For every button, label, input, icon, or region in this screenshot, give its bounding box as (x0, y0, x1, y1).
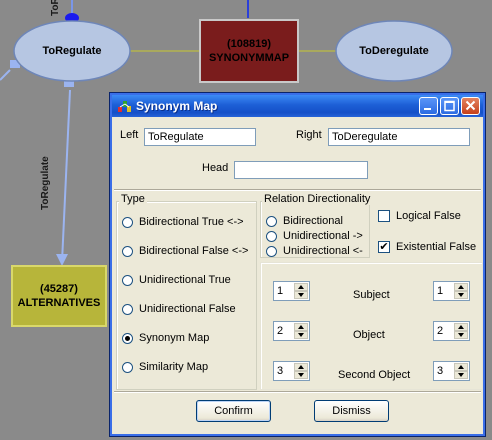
edge-down-to-alternatives (61, 89, 71, 263)
spin-down-icon[interactable] (294, 331, 308, 339)
bottom-separator (114, 391, 481, 393)
type-option-synonym-map[interactable]: Synonym Map (122, 332, 209, 344)
type-option-bidirectional-false[interactable]: Bidirectional False <-> (122, 245, 248, 257)
head-label: Head (202, 162, 229, 174)
spin-down-icon[interactable] (294, 291, 308, 299)
dialog-title: Synonym Map (136, 99, 218, 113)
node-toregulate-label: ToRegulate (42, 45, 102, 57)
spin-up-icon[interactable] (454, 283, 468, 291)
maximize-icon (444, 100, 455, 112)
dialog-titlebar[interactable]: Synonym Map (112, 95, 483, 117)
node-alternatives[interactable] (11, 265, 107, 327)
second-object-spinner-right[interactable]: 3 (433, 361, 470, 381)
node-alternatives-name: ALTERNATIVES (17, 297, 101, 309)
left-field[interactable] (144, 128, 256, 146)
radio-icon (266, 230, 277, 242)
type-option-unidirectional-true[interactable]: Unidirectional True (122, 274, 231, 286)
radio-icon (122, 303, 133, 315)
subject-spinner-right[interactable]: 1 (433, 281, 470, 301)
spin-down-icon[interactable] (454, 291, 468, 299)
subject-spinner-left[interactable]: 1 (273, 281, 310, 301)
spin-up-icon[interactable] (294, 323, 308, 331)
edge-label-top: ToRe (50, 0, 61, 16)
checkbox-icon (378, 210, 390, 222)
spin-down-icon[interactable] (294, 371, 308, 379)
existential-false-checkbox[interactable]: ✔ Existential False (378, 241, 476, 253)
logical-false-checkbox[interactable]: Logical False (378, 210, 461, 222)
direction-option-unidirectional-forward[interactable]: Unidirectional -> (266, 230, 363, 242)
radio-icon (122, 274, 133, 286)
type-option-label: Unidirectional True (139, 274, 231, 286)
minimize-icon (424, 108, 431, 110)
object-label: Object (353, 329, 385, 341)
second-object-spinner-left[interactable]: 3 (273, 361, 310, 381)
direction-option-label: Bidirectional (283, 215, 343, 227)
edge-left-diagonal (0, 69, 11, 81)
type-option-similarity-map[interactable]: Similarity Map (122, 361, 208, 373)
second-object-label: Second Object (338, 369, 411, 381)
spinner-value: 1 (437, 285, 444, 297)
top-separator (114, 189, 481, 191)
direction-group-label: Relation Directionality (262, 193, 373, 205)
spinner-value: 3 (437, 365, 444, 377)
type-group-label: Type (119, 193, 147, 205)
node-synonymmap-id: (108819) (226, 38, 272, 50)
synonym-map-dialog: Synonym Map Left Right Head Type Bidirec… (109, 92, 486, 437)
spinner-value: 2 (277, 325, 284, 337)
node-toderegulate-label: ToDeregulate (359, 45, 429, 57)
spin-up-icon[interactable] (454, 323, 468, 331)
radio-icon (266, 245, 277, 257)
direction-option-label: Unidirectional -> (283, 230, 363, 242)
type-option-label: Synonym Map (139, 332, 210, 344)
direction-option-unidirectional-back[interactable]: Unidirectional <- (266, 245, 363, 257)
dismiss-button[interactable]: Dismiss (314, 400, 389, 422)
spinner-value: 2 (437, 325, 444, 337)
edge-label-vertical: ToRegulate (40, 156, 51, 210)
direction-option-label: Unidirectional <- (283, 245, 363, 257)
spin-up-icon[interactable] (294, 363, 308, 371)
spin-up-icon[interactable] (294, 283, 308, 291)
type-option-label: Bidirectional True <-> (139, 216, 244, 228)
subject-label: Subject (353, 289, 390, 301)
logical-false-label: Logical False (396, 210, 461, 222)
spin-down-icon[interactable] (454, 371, 468, 379)
spin-up-icon[interactable] (454, 363, 468, 371)
minimize-button[interactable] (419, 97, 438, 115)
type-option-unidirectional-false[interactable]: Unidirectional False (122, 303, 236, 315)
spinner-value: 3 (277, 365, 284, 377)
type-option-label: Similarity Map (139, 361, 209, 373)
existential-false-label: Existential False (396, 241, 477, 253)
radio-selected-icon (122, 332, 133, 344)
dialog-content: Left Right Head Type Bidirectional True … (114, 119, 483, 432)
node-synonymmap[interactable] (199, 19, 299, 83)
app-map-icon (118, 101, 131, 112)
close-button[interactable] (461, 97, 480, 115)
close-icon (465, 100, 476, 111)
object-spinner-left[interactable]: 2 (273, 321, 310, 341)
spinner-value: 1 (277, 285, 284, 297)
direction-option-bidirectional[interactable]: Bidirectional (266, 215, 343, 227)
object-spinner-right[interactable]: 2 (433, 321, 470, 341)
radio-icon (122, 245, 133, 257)
left-label: Left (120, 129, 139, 141)
node-alternatives-id: (45287) (40, 283, 78, 295)
type-option-label: Unidirectional False (139, 303, 236, 315)
right-label: Right (296, 129, 322, 141)
type-option-bidirectional-true[interactable]: Bidirectional True <-> (122, 216, 244, 228)
maximize-button[interactable] (440, 97, 459, 115)
node-synonymmap-name: SYNONYMMAP (208, 52, 290, 64)
radio-icon (122, 361, 133, 373)
radio-icon (122, 216, 133, 228)
head-field[interactable] (234, 161, 368, 179)
edge-arrowhead (56, 254, 68, 266)
right-field[interactable] (328, 128, 470, 146)
confirm-button[interactable]: Confirm (196, 400, 271, 422)
checkbox-checked-icon: ✔ (378, 241, 390, 253)
spin-down-icon[interactable] (454, 331, 468, 339)
radio-icon (266, 215, 277, 227)
type-option-label: Bidirectional False <-> (139, 245, 249, 257)
